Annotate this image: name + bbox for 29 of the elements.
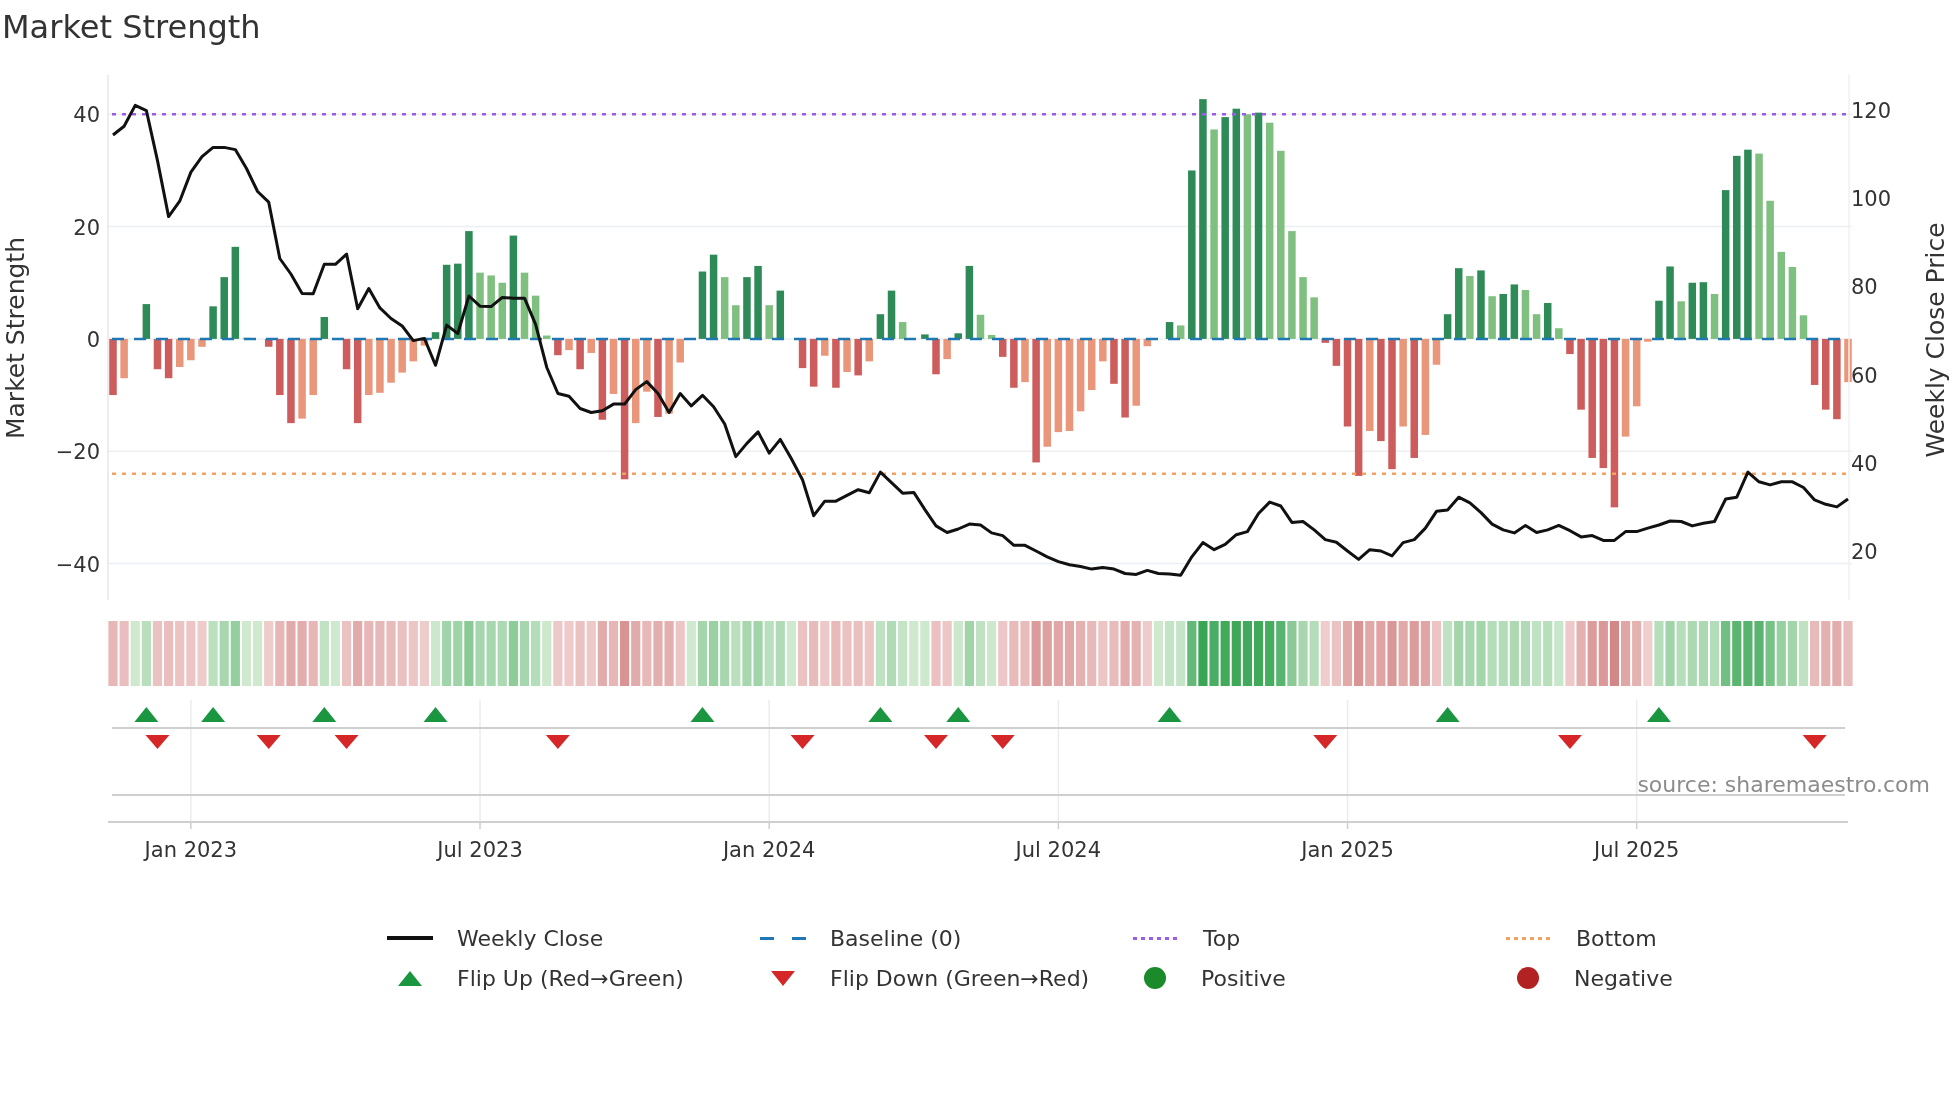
legend-label: Negative xyxy=(1574,965,1673,991)
legend-label: Positive xyxy=(1201,965,1286,991)
date-axis-label: Jul 2023 xyxy=(437,838,523,862)
y2-tick-label: 20 xyxy=(1851,540,1878,565)
y2-tick-label: 80 xyxy=(1851,275,1878,300)
legend-label: Weekly Close xyxy=(457,925,604,951)
date-axis-label: Jul 2025 xyxy=(1593,838,1680,862)
legend-label: Flip Down (Green→Red) xyxy=(830,965,1090,991)
y-tick-label: −20 xyxy=(55,440,100,465)
date-axis-label: Jan 2024 xyxy=(722,838,816,862)
legend-label: Flip Up (Red→Green) xyxy=(457,965,684,991)
date-axis-label: Jul 2024 xyxy=(1015,838,1102,862)
y-tick-label: 40 xyxy=(73,103,100,128)
legend-label: Bottom xyxy=(1576,925,1657,951)
chart-title: Market Strength xyxy=(1,7,262,48)
y2-axis-title: Weekly Close Price xyxy=(1921,222,1950,458)
y-tick-label: −40 xyxy=(55,552,100,577)
y-axis-title: Market Strength xyxy=(1,237,30,439)
legend-label: Top xyxy=(1203,925,1241,951)
y2-tick-label: 40 xyxy=(1851,451,1878,476)
date-axis-label: Jan 2023 xyxy=(144,838,238,862)
legend-label: Baseline (0) xyxy=(830,925,962,951)
y2-tick-label: 60 xyxy=(1851,363,1878,388)
date-axis-label: Jan 2025 xyxy=(1301,838,1394,862)
source-credit: source: sharemaestro.com xyxy=(1637,772,1930,797)
y-tick-label: 20 xyxy=(73,215,100,240)
y2-tick-label: 120 xyxy=(1851,98,1892,123)
y2-tick-label: 100 xyxy=(1851,187,1892,212)
y-tick-label: 0 xyxy=(86,327,100,352)
